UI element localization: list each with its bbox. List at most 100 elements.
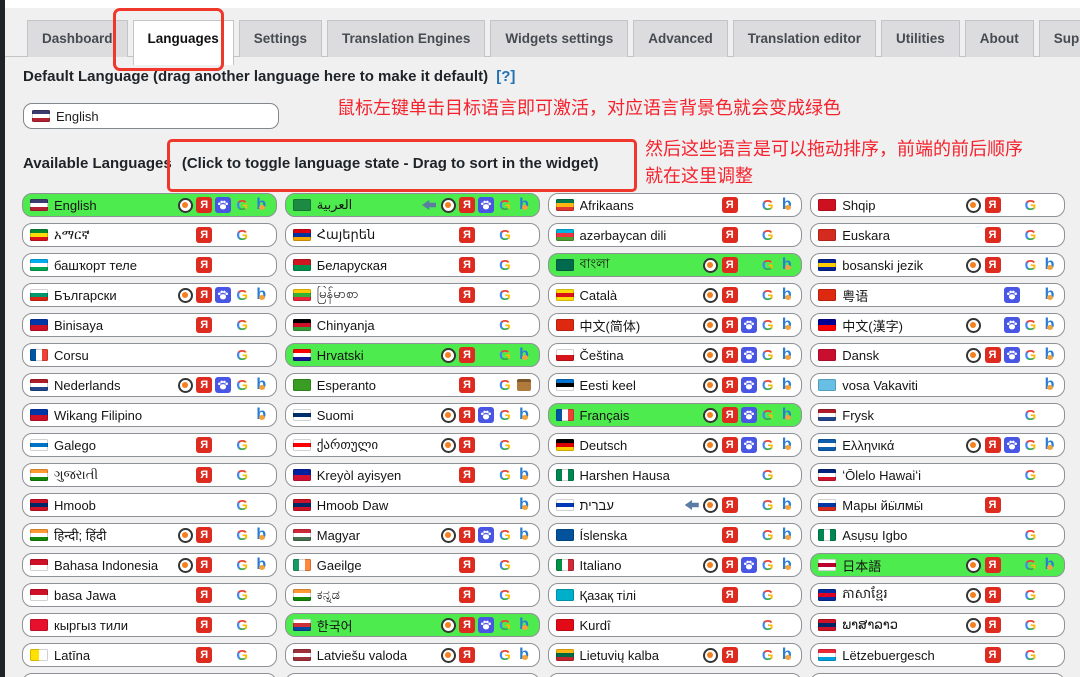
language-item[interactable]: Bahasa Indonesia Я Gb: [22, 553, 277, 577]
language-item[interactable]: Kreyòl ayisyen Я Gb: [284, 463, 540, 487]
language-item[interactable]: Italiano Я Gb: [547, 553, 803, 577]
tab-advanced[interactable]: Advanced: [633, 20, 728, 57]
google-icon: G: [499, 586, 511, 604]
yandex-icon: Я: [196, 617, 213, 633]
language-item[interactable]: Galego Я G: [22, 433, 277, 457]
language-item[interactable]: ភាសាខ្មែរ Я G: [810, 583, 1065, 607]
yandex-icon: Я: [459, 557, 475, 573]
language-label: 中文(漢字): [842, 318, 903, 334]
language-item[interactable]: Беларуская Я G: [284, 253, 540, 277]
language-item[interactable]: Euskara Я G: [810, 223, 1065, 247]
language-item[interactable]: Esperanto Я G: [284, 373, 540, 397]
language-label: Afrikaans: [579, 197, 634, 213]
language-item[interactable]: кыргыз тили Я G: [22, 613, 277, 637]
language-item[interactable]: Binisaya Я G: [22, 313, 277, 337]
language-item[interactable]: 中文(漢字) Gb: [810, 313, 1065, 337]
language-item[interactable]: English Я Gb: [22, 193, 277, 217]
yandex-icon: Я: [984, 587, 1001, 603]
google-icon: G: [236, 376, 249, 394]
language-item[interactable]: Hmoob Daw b: [284, 493, 540, 517]
tab-translation-engines[interactable]: Translation Engines: [327, 20, 486, 57]
google-icon: G: [1024, 196, 1037, 214]
language-item[interactable]: basa Jawa Я G: [22, 583, 277, 607]
language-item[interactable]: Shqip Я G: [810, 193, 1065, 217]
language-item[interactable]: Afrikaans Я Gb: [547, 193, 803, 217]
language-item[interactable]: Wikang Filipino b: [22, 403, 277, 427]
tab-languages[interactable]: Languages: [132, 20, 234, 65]
language-item[interactable]: العربية Я Gb: [284, 193, 540, 217]
engine-icons: ЯG: [439, 376, 534, 394]
yandex-icon: Я: [721, 317, 738, 333]
language-item[interactable]: башҡорт теле Я: [22, 253, 277, 277]
language-item[interactable]: Gaeilge Я G: [284, 553, 540, 577]
language-item[interactable]: ქართული Я G: [284, 433, 540, 457]
language-item[interactable]: 한국어 Я Gb: [284, 613, 540, 637]
language-item[interactable]: हिन्दी; हिंदी Я Gb: [22, 523, 277, 547]
language-item-partial[interactable]: [810, 673, 1065, 677]
language-item[interactable]: 日本語 Я Gb: [810, 553, 1065, 577]
tab-utilities[interactable]: Utilities: [881, 20, 960, 57]
tab-widgets-settings[interactable]: Widgets settings: [490, 20, 629, 57]
language-item[interactable]: vosa Vakaviti b: [810, 373, 1065, 397]
language-item[interactable]: Corsu G: [22, 343, 277, 367]
language-item[interactable]: ગુજરાતી Я G: [22, 463, 277, 487]
engine-circle-icon: [966, 587, 981, 603]
language-item[interactable]: Français Я Gb: [547, 403, 803, 427]
language-item[interactable]: Kurdî G: [547, 613, 803, 637]
language-item[interactable]: አማርኛ Я G: [22, 223, 277, 247]
language-item[interactable]: မြန်မာစာ Я G: [284, 283, 540, 307]
language-item[interactable]: Chinyanja G: [284, 313, 540, 337]
language-item[interactable]: bosanski jezik Я Gb: [810, 253, 1065, 277]
language-item-partial[interactable]: [547, 673, 803, 677]
language-item[interactable]: 中文(简体) Я Gb: [547, 313, 803, 337]
language-item[interactable]: Suomi Я Gb: [284, 403, 540, 427]
language-item[interactable]: ʻŌlelo Hawaiʻi G: [810, 463, 1065, 487]
language-label: ភាសាខ្មែរ: [842, 585, 888, 601]
language-item[interactable]: Eesti keel Я Gb: [547, 373, 803, 397]
flag-icon: [555, 379, 574, 391]
tab-translation-editor[interactable]: Translation editor: [732, 20, 877, 57]
language-item[interactable]: Frysk G: [810, 403, 1065, 427]
language-item[interactable]: বাংলা Я Gb: [547, 253, 803, 277]
language-item[interactable]: Lëtzebuergesch Я G: [810, 643, 1065, 667]
language-item[interactable]: Čeština Я Gb: [547, 343, 803, 367]
language-item-partial[interactable]: [284, 673, 540, 677]
yandex-icon: Я: [459, 227, 475, 243]
engine-icons: G: [964, 526, 1059, 544]
language-item[interactable]: ಕನ್ನಡ Я G: [284, 583, 540, 607]
default-language-box[interactable]: English: [23, 103, 279, 129]
language-item-partial[interactable]: [22, 673, 277, 677]
language-item[interactable]: Nederlands Я Gb: [22, 373, 277, 397]
language-item[interactable]: Dansk Я Gb: [810, 343, 1065, 367]
language-item[interactable]: Català Я Gb: [547, 283, 803, 307]
language-label: ქართული: [316, 437, 379, 452]
language-item[interactable]: Hrvatski Я Gb: [284, 343, 540, 367]
language-item[interactable]: Harshen Hausa G: [547, 463, 803, 487]
language-item[interactable]: Magyar Я Gb: [284, 523, 540, 547]
help-link[interactable]: [?]: [496, 68, 515, 85]
language-item[interactable]: azərbaycan dili Я G: [547, 223, 803, 247]
language-item[interactable]: Íslenska Я Gb: [547, 523, 803, 547]
tab-about[interactable]: About: [964, 20, 1034, 57]
tab-settings[interactable]: Settings: [238, 20, 323, 57]
language-item[interactable]: Қазақ тілі Я G: [547, 583, 803, 607]
baidu-paw-icon: [740, 407, 757, 423]
bing-icon: b: [781, 556, 792, 573]
language-item[interactable]: ພາສາລາວ Я G: [810, 613, 1065, 637]
tab-support[interactable]: Support: [1038, 20, 1080, 57]
tab-dashboard[interactable]: Dashboard: [27, 20, 128, 57]
language-item[interactable]: עברית Я Gb: [547, 493, 803, 517]
language-item[interactable]: Asụsụ Igbo G: [810, 523, 1065, 547]
language-item[interactable]: Български Я Gb: [22, 283, 277, 307]
flag-icon: [555, 199, 574, 211]
language-item[interactable]: Lietuvių kalba Я Gb: [547, 643, 803, 667]
language-item[interactable]: Deutsch Я Gb: [547, 433, 803, 457]
language-item[interactable]: Мары йӹлмӹ Я: [810, 493, 1065, 517]
language-item[interactable]: 粤语 b: [810, 283, 1065, 307]
engine-icons: Я Gb: [176, 376, 271, 394]
language-item[interactable]: Latīna Я G: [22, 643, 277, 667]
language-item[interactable]: Հայերեն Я G: [284, 223, 540, 247]
language-item[interactable]: Hmoob G: [22, 493, 277, 517]
language-item[interactable]: Latviešu valoda Я Gb: [284, 643, 540, 667]
language-item[interactable]: Ελληνικά Я Gb: [810, 433, 1065, 457]
